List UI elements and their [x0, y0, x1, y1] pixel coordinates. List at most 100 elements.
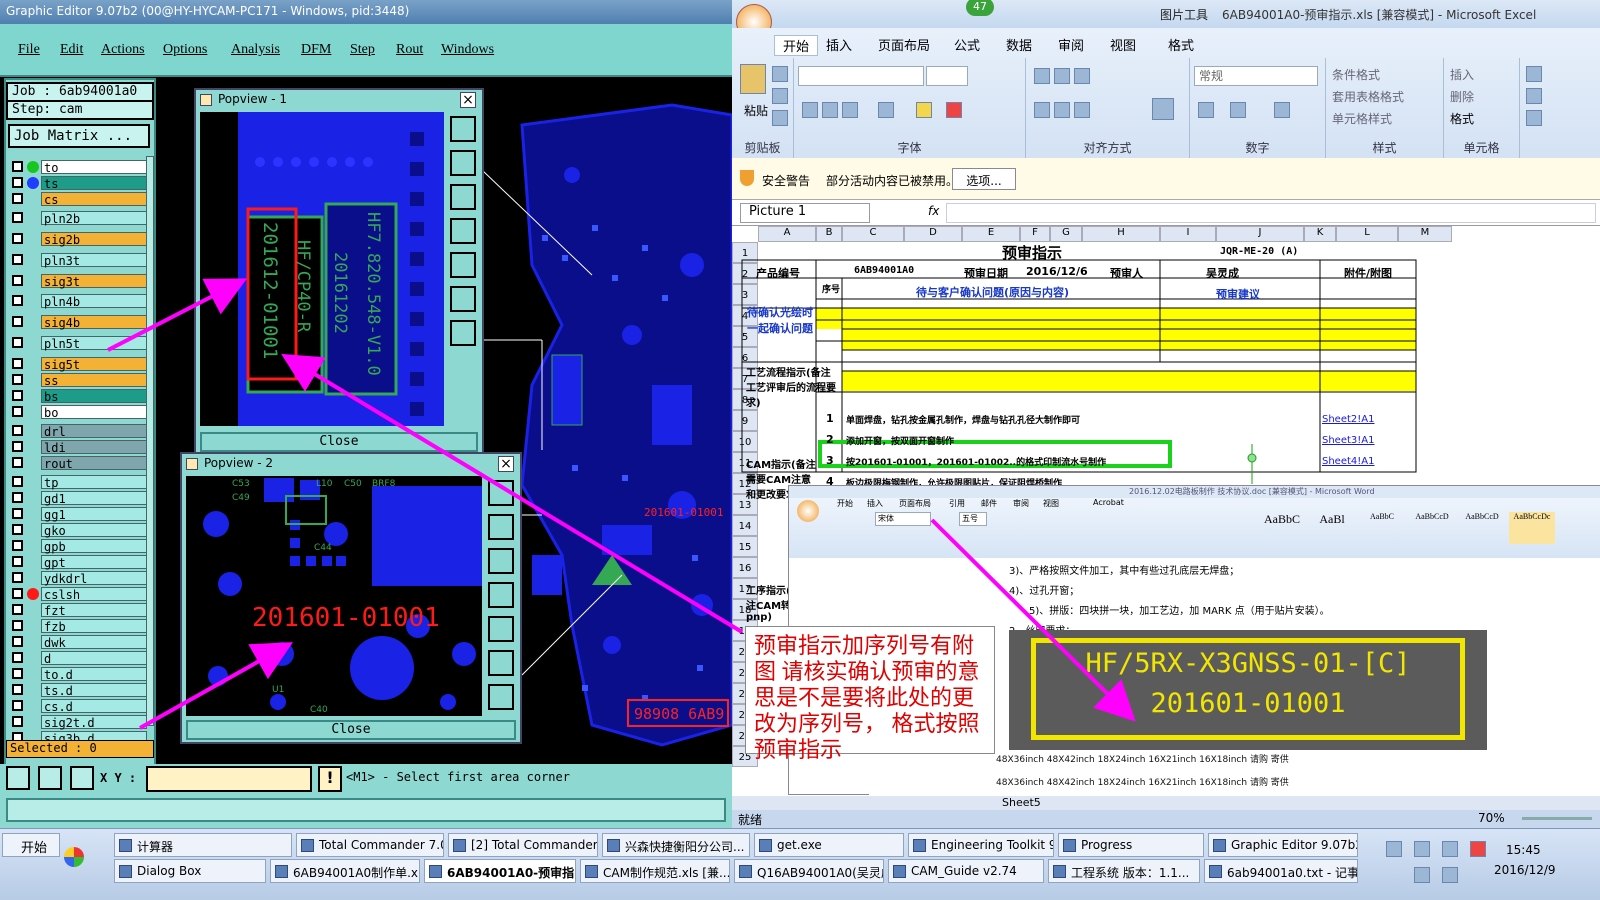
cell-style-button[interactable]: 单元格样式 — [1332, 110, 1392, 127]
layer-row[interactable]: cslsh — [10, 587, 150, 602]
menu-analysis[interactable]: Analysis — [231, 42, 280, 58]
layer-name[interactable]: ts — [41, 176, 147, 191]
layer-name[interactable]: sig2t.d — [41, 715, 147, 730]
layer-row[interactable]: dwk — [10, 635, 150, 650]
layer-name[interactable]: fzb — [41, 619, 147, 634]
layer-name[interactable]: gpt — [41, 555, 147, 570]
layer-row[interactable]: sig3t — [10, 274, 150, 289]
word-tab[interactable]: 邮件 — [981, 498, 997, 509]
layer-row[interactable]: tp — [10, 475, 150, 490]
layer-checkbox[interactable] — [12, 337, 23, 348]
layer-row[interactable]: gg1 — [10, 507, 150, 522]
layer-checkbox[interactable] — [12, 588, 23, 599]
layer-row[interactable]: sig5t — [10, 357, 150, 372]
layer-row[interactable]: sig4b — [10, 315, 150, 330]
word-style-button[interactable]: AaBbCcD — [1459, 512, 1505, 544]
windows-logo-icon[interactable] — [64, 847, 84, 867]
taskbar-button[interactable]: 工程系统 版本：1.1... — [1048, 859, 1200, 883]
sheet-tab-sheet5[interactable]: Sheet5 — [1002, 796, 1041, 809]
layer-checkbox[interactable] — [12, 476, 23, 487]
decimal-icon[interactable] — [1274, 102, 1290, 118]
layer-row[interactable]: fzb — [10, 619, 150, 634]
browser-icon[interactable] — [1470, 841, 1486, 857]
align-left-icon[interactable] — [1034, 102, 1050, 118]
tab-data[interactable]: 数据 — [1006, 35, 1032, 54]
insert-cells-button[interactable]: 插入 — [1450, 66, 1474, 83]
layer-row[interactable]: gko — [10, 523, 150, 538]
layer-row[interactable]: gd1 — [10, 491, 150, 506]
measure-icon[interactable] — [6, 766, 30, 790]
layer-name[interactable]: cslsh — [41, 587, 147, 602]
menu-edit[interactable]: Edit — [60, 42, 83, 58]
layer-row[interactable]: cs — [10, 192, 150, 207]
taskbar-button[interactable]: get.exe — [754, 833, 904, 857]
taskbar-button[interactable]: 6AB94001A0-预审指... — [424, 859, 576, 883]
underline-icon[interactable] — [842, 102, 858, 118]
taskbar-button[interactable]: Total Commander 7.0 p... — [296, 833, 444, 857]
zoom-out-button[interactable] — [488, 684, 514, 710]
item-link[interactable]: Sheet4!A1 — [1322, 456, 1375, 467]
layer-row[interactable]: ts.d — [10, 683, 150, 698]
layer-name[interactable]: tp — [41, 475, 147, 490]
layer-row[interactable]: bs — [10, 389, 150, 404]
layer-scrollbar[interactable] — [146, 156, 154, 726]
layer-row[interactable]: gpt — [10, 555, 150, 570]
taskbar-button[interactable]: CAM_Guide v2.74 — [888, 859, 1044, 883]
number-format-select[interactable]: 常规 — [1194, 66, 1318, 86]
tab-review[interactable]: 审阅 — [1058, 35, 1084, 54]
word-style-button[interactable]: AaBbCcDc — [1509, 512, 1555, 544]
checkbox-row-1[interactable]: 48X36inch 48X42inch 18X24inch 16X21inch … — [996, 752, 1516, 765]
layer-checkbox[interactable] — [12, 524, 23, 535]
xy-input[interactable] — [146, 766, 312, 792]
layer-checkbox[interactable] — [12, 358, 23, 369]
layer-checkbox[interactable] — [12, 636, 23, 647]
layer-checkbox[interactable] — [12, 508, 23, 519]
paste-icon[interactable] — [740, 64, 766, 94]
taskbar-button[interactable]: Engineering Toolkit 9.0... — [908, 833, 1054, 857]
layer-checkbox[interactable] — [12, 316, 23, 327]
layer-row[interactable]: cs.d — [10, 699, 150, 714]
layer-row[interactable]: ldi — [10, 440, 150, 455]
word-style-button[interactable]: AaBbC — [1259, 512, 1305, 544]
layer-row[interactable]: drl — [10, 424, 150, 439]
layer-name[interactable]: pln4b — [41, 294, 147, 309]
word-font-select[interactable]: 宋体 — [875, 512, 931, 526]
layer-row[interactable]: bo — [10, 405, 150, 420]
layer-checkbox[interactable] — [12, 684, 23, 695]
word-style-button[interactable]: AaBl — [1309, 512, 1355, 544]
word-tab[interactable]: 页面布局 — [899, 498, 931, 509]
start-button[interactable]: 开始 — [2, 833, 60, 857]
currency-icon[interactable] — [1198, 102, 1214, 118]
layer-checkbox[interactable] — [12, 295, 23, 306]
taskbar-button[interactable]: Q16AB94001A0(吴灵成... — [734, 859, 884, 883]
layer-row[interactable]: fzt — [10, 603, 150, 618]
layer-row[interactable]: d — [10, 651, 150, 666]
layer-checkbox[interactable] — [12, 457, 23, 468]
word-tab[interactable]: 视图 — [1043, 498, 1059, 509]
taskbar-button[interactable]: CAM制作规范.xls [兼... — [580, 859, 730, 883]
layer-checkbox[interactable] — [12, 540, 23, 551]
popview-2-close-button[interactable]: Close — [186, 720, 516, 740]
layer-checkbox[interactable] — [12, 374, 23, 385]
layer-checkbox[interactable] — [12, 233, 23, 244]
close-icon[interactable]: × — [460, 92, 476, 108]
layer-row[interactable]: ss — [10, 373, 150, 388]
pan-down-button[interactable] — [488, 548, 514, 574]
layer-row[interactable]: rout — [10, 456, 150, 471]
volume-icon[interactable] — [1414, 841, 1430, 857]
percent-icon[interactable] — [1230, 102, 1246, 118]
pan-up-button[interactable] — [488, 514, 514, 540]
grid-icon[interactable] — [70, 766, 94, 790]
menu-file[interactable]: File — [18, 42, 40, 58]
layer-row[interactable]: pln4b — [10, 294, 150, 309]
usb-icon[interactable] — [1442, 867, 1458, 883]
layer-row[interactable]: pln2b — [10, 211, 150, 226]
layer-name[interactable]: pln3t — [41, 253, 147, 268]
layer-name[interactable]: gd1 — [41, 491, 147, 506]
taskbar-button[interactable]: 6ab94001a0.txt - 记事本 — [1204, 859, 1358, 883]
layer-row[interactable]: ydkdrl — [10, 571, 150, 586]
layer-checkbox[interactable] — [12, 161, 23, 172]
menu-windows[interactable]: Windows — [441, 42, 494, 58]
network-icon[interactable] — [1386, 841, 1402, 857]
word-style-button[interactable]: AaBbCcD — [1409, 512, 1455, 544]
